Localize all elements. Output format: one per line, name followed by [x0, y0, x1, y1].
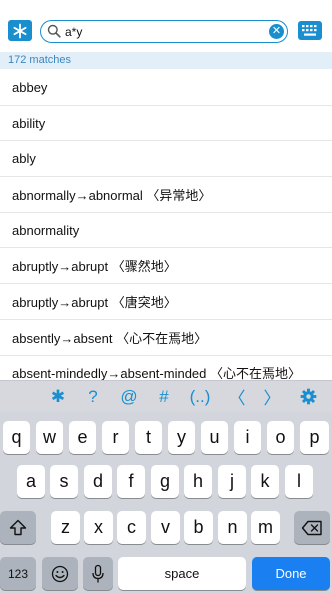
clear-icon[interactable]: ✕: [269, 24, 284, 39]
key-i[interactable]: i: [234, 421, 261, 454]
keyboard-accessory-bar: ✱ ? @ # (..) 〈 〉: [0, 380, 332, 412]
accessory-at-key[interactable]: @: [111, 381, 147, 412]
key-b[interactable]: b: [184, 511, 213, 544]
space-key[interactable]: space: [118, 557, 246, 590]
accessory-question-key[interactable]: ?: [75, 381, 111, 412]
key-h[interactable]: h: [184, 465, 212, 498]
key-u[interactable]: u: [201, 421, 228, 454]
keyboard: q w e r t y u i o p a s d f g h j k l z …: [0, 412, 332, 594]
key-k[interactable]: k: [251, 465, 279, 498]
backspace-icon: [301, 520, 322, 535]
key-n[interactable]: n: [218, 511, 247, 544]
list-item[interactable]: abnormality: [0, 213, 332, 249]
asterisk-icon: [13, 23, 27, 38]
backspace-key[interactable]: [294, 511, 330, 544]
search-icon: [47, 24, 61, 38]
search-field[interactable]: ✕: [40, 20, 288, 43]
keyboard-toggle-button[interactable]: [298, 21, 322, 40]
match-count: 172 matches: [0, 52, 332, 69]
key-r[interactable]: r: [102, 421, 129, 454]
emoji-key[interactable]: [42, 557, 78, 590]
key-f[interactable]: f: [117, 465, 145, 498]
key-d[interactable]: d: [84, 465, 112, 498]
accessory-right-bracket-key[interactable]: 〉: [254, 381, 290, 412]
key-p[interactable]: p: [300, 421, 329, 454]
list-item[interactable]: abruptly→abrupt 〈唐突地〉: [0, 284, 332, 320]
key-o[interactable]: o: [267, 421, 294, 454]
search-input[interactable]: [65, 23, 251, 40]
accessory-parens-key[interactable]: (..): [182, 381, 218, 412]
key-j[interactable]: j: [218, 465, 246, 498]
keyboard-icon: [302, 25, 317, 36]
list-item[interactable]: absently→absent 〈心不在焉地〉: [0, 320, 332, 356]
key-x[interactable]: x: [84, 511, 113, 544]
key-s[interactable]: s: [50, 465, 78, 498]
list-item[interactable]: ably: [0, 141, 332, 178]
accessory-hash-key[interactable]: #: [146, 381, 182, 412]
key-q[interactable]: q: [3, 421, 30, 454]
key-m[interactable]: m: [251, 511, 280, 544]
emoji-icon: [51, 565, 69, 582]
microphone-icon: [92, 564, 104, 582]
key-l[interactable]: l: [285, 465, 313, 498]
key-a[interactable]: a: [17, 465, 45, 498]
list-item[interactable]: ability: [0, 106, 332, 142]
shift-icon: [9, 519, 27, 536]
done-button[interactable]: Done: [252, 557, 330, 590]
key-z[interactable]: z: [51, 511, 80, 544]
numbers-key[interactable]: 123: [0, 557, 36, 590]
gear-icon[interactable]: [290, 381, 326, 412]
key-c[interactable]: c: [117, 511, 146, 544]
key-w[interactable]: w: [36, 421, 63, 454]
list-item[interactable]: abruptly→abrupt 〈骤然地〉: [0, 248, 332, 285]
key-e[interactable]: e: [69, 421, 96, 454]
key-t[interactable]: t: [135, 421, 162, 454]
key-v[interactable]: v: [151, 511, 180, 544]
shift-key[interactable]: [0, 511, 36, 544]
list-item[interactable]: abnormally→abnormal 〈异常地〉: [0, 177, 332, 213]
top-bar: ✕: [0, 0, 332, 52]
accessory-left-bracket-key[interactable]: 〈: [219, 381, 255, 412]
dictation-key[interactable]: [83, 557, 113, 590]
results-list[interactable]: abbey ability ably abnormally→abnormal 〈…: [0, 70, 332, 384]
wildcard-button[interactable]: [8, 20, 32, 41]
accessory-asterisk-key[interactable]: ✱: [40, 381, 76, 412]
key-y[interactable]: y: [168, 421, 195, 454]
key-g[interactable]: g: [151, 465, 179, 498]
list-item[interactable]: abbey: [0, 70, 332, 106]
